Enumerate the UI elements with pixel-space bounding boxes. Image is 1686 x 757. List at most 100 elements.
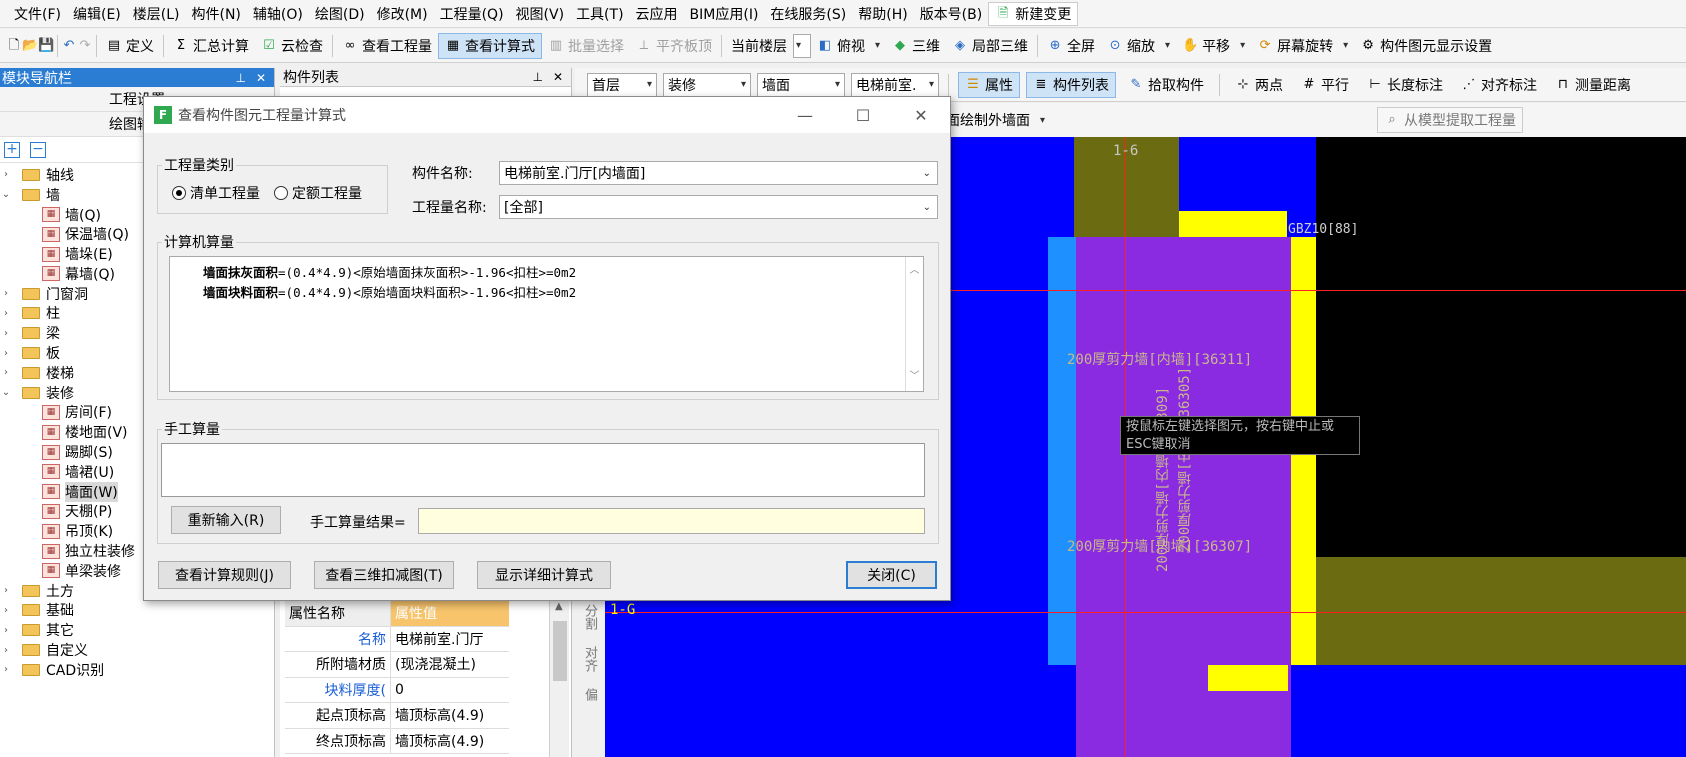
draw-outer-wall-button[interactable]: 面绘制外墙面 ▾: [940, 107, 1051, 133]
component-list-button[interactable]: ≣ 构件列表: [1026, 71, 1116, 98]
menu-item[interactable]: 工具(T): [570, 4, 629, 24]
chevron-right-icon[interactable]: ›: [0, 664, 12, 675]
menu-item[interactable]: 构件(N): [186, 4, 247, 24]
floor-dropdown[interactable]: ▾: [793, 33, 811, 58]
component-select[interactable]: 电梯前室. ▾: [851, 72, 939, 97]
maximize-icon[interactable]: ☐: [834, 106, 892, 125]
batch-select-button[interactable]: ▥ 批量选择: [542, 33, 630, 59]
pick-component-button[interactable]: ✎ 拾取构件: [1122, 72, 1210, 98]
extract-quantity-button[interactable]: ⌕ 从模型提取工程量: [1377, 107, 1524, 133]
menu-item[interactable]: 修改(M): [371, 4, 434, 24]
chevron-right-icon[interactable]: ›: [0, 328, 12, 339]
chevron-right-icon[interactable]: ›: [0, 367, 12, 378]
chevron-right-icon[interactable]: ›: [0, 288, 12, 299]
menu-item[interactable]: 版本号(B): [914, 4, 989, 24]
three-d-button[interactable]: ◆ 三维: [886, 33, 946, 59]
pin-icon[interactable]: ⊥: [235, 71, 245, 85]
close-icon[interactable]: ✕: [892, 106, 950, 125]
minimize-icon[interactable]: —: [776, 106, 834, 125]
side-tool[interactable]: 分割: [580, 604, 599, 630]
reinput-button[interactable]: 重新输入(R): [171, 506, 281, 534]
formula-textbox[interactable]: 墙面抹灰面积=(0.4*4.9)<原始墙面抹灰面积>-1.96<扣柱>=0m2 …: [169, 256, 924, 392]
new-file-icon[interactable]: 🗋: [6, 38, 22, 54]
close-button[interactable]: 关闭(C): [846, 561, 937, 589]
current-floor-button[interactable]: 当前楼层: [725, 33, 793, 59]
menu-item[interactable]: 编辑(E): [67, 4, 127, 24]
manual-quantity-input[interactable]: [161, 443, 925, 497]
expand-all-icon[interactable]: +: [4, 141, 20, 158]
pin-icon[interactable]: ⊥: [532, 70, 542, 84]
chevron-up-icon[interactable]: ︿: [910, 261, 920, 281]
new-change-button[interactable]: 🗎 新建变更: [988, 1, 1079, 26]
tree-item[interactable]: › 其它: [0, 620, 274, 640]
menu-item[interactable]: 辅轴(O): [247, 4, 309, 24]
redo-icon[interactable]: ↷: [77, 38, 93, 54]
screen-rotate-button[interactable]: ⟳ 屏幕旋转 ▾: [1251, 33, 1354, 59]
light-blue-wall[interactable]: [1048, 237, 1076, 665]
view-3d-deduct-button[interactable]: 查看三维扣减图(T): [314, 561, 454, 589]
local-3d-button[interactable]: ◈ 局部三维: [946, 33, 1034, 59]
close-icon[interactable]: ✕: [553, 70, 563, 84]
chevron-right-icon[interactable]: ›: [0, 625, 12, 636]
formula-scrollbar[interactable]: ︿ ﹀: [905, 257, 923, 391]
property-row[interactable]: 起点顶标高 墙顶标高(4.9): [285, 703, 509, 729]
open-folder-icon[interactable]: 📂: [22, 38, 38, 54]
menu-item[interactable]: 视图(V): [510, 4, 571, 24]
scroll-up-icon[interactable]: ▲: [555, 601, 563, 612]
property-row[interactable]: 终点顶标高 墙顶标高(4.9): [285, 728, 509, 754]
chevron-down-icon[interactable]: ⌄: [0, 189, 12, 200]
menu-item[interactable]: 工程量(Q): [434, 4, 510, 24]
two-points-button[interactable]: ⊹ 两点: [1229, 72, 1289, 98]
chevron-right-icon[interactable]: ›: [0, 308, 12, 319]
floor-select[interactable]: 首层 ▾: [587, 72, 657, 97]
quantity-name-select[interactable]: [全部] ⌄: [499, 195, 938, 219]
top-view-button[interactable]: ◧ 俯视 ▾: [811, 33, 886, 59]
view-formula-button[interactable]: ▦ 查看计算式: [438, 32, 542, 59]
property-value[interactable]: 电梯前室.门厅: [391, 626, 509, 651]
cloud-check-button[interactable]: ☑ 云检查: [255, 33, 329, 59]
menu-item[interactable]: BIM应用(I): [684, 4, 765, 24]
collapse-all-icon[interactable]: −: [30, 141, 46, 158]
save-icon[interactable]: 💾: [38, 38, 54, 54]
menu-item[interactable]: 楼层(L): [127, 4, 186, 24]
close-icon[interactable]: ✕: [256, 71, 266, 85]
chevron-right-icon[interactable]: ›: [0, 585, 12, 596]
parallel-button[interactable]: # 平行: [1295, 72, 1355, 98]
tree-item[interactable]: › CAD识别: [0, 660, 274, 680]
quota-quantity-radio[interactable]: 定额工程量: [274, 183, 362, 203]
property-row[interactable]: 所附墙材质 (现浇混凝土): [285, 652, 509, 678]
property-value[interactable]: 墙顶标高(4.9): [391, 703, 509, 728]
chevron-right-icon[interactable]: ›: [0, 348, 12, 359]
side-tool[interactable]: 对齐: [580, 646, 599, 672]
menu-item[interactable]: 绘图(D): [309, 4, 371, 24]
olive-slab[interactable]: [1316, 557, 1686, 665]
pan-button[interactable]: ✋ 平移 ▾: [1176, 33, 1251, 59]
measure-button[interactable]: ⊓ 测量距离: [1549, 72, 1637, 98]
chevron-right-icon[interactable]: ›: [0, 605, 12, 616]
scroll-thumb[interactable]: [553, 621, 567, 681]
side-tool[interactable]: 偏: [580, 688, 599, 701]
define-button[interactable]: ▤ 定义: [100, 33, 160, 59]
tree-item[interactable]: › 基础: [0, 601, 274, 621]
zoom-button[interactable]: ⊙ 缩放 ▾: [1101, 33, 1176, 59]
sum-calc-button[interactable]: Σ 汇总计算: [167, 33, 255, 59]
type-select[interactable]: 墙面 ▾: [757, 72, 845, 97]
component-name-select[interactable]: 电梯前室.门厅[内墙面] ⌄: [499, 161, 938, 185]
menu-item[interactable]: 在线服务(S): [764, 4, 852, 24]
show-detail-button[interactable]: 显示详细计算式: [477, 561, 611, 589]
property-value[interactable]: 墙顶标高(4.9): [391, 728, 509, 753]
property-row[interactable]: 块料厚度(0: [285, 677, 509, 703]
manual-result-field[interactable]: [418, 508, 925, 534]
yellow-block-bottom[interactable]: [1208, 665, 1288, 691]
chevron-right-icon[interactable]: ›: [0, 169, 12, 180]
display-settings-button[interactable]: ⚙ 构件图元显示设置: [1354, 33, 1498, 59]
tree-item[interactable]: › 自定义: [0, 640, 274, 660]
full-screen-button[interactable]: ⊕ 全屏: [1041, 33, 1101, 59]
properties-scrollbar[interactable]: ▲: [549, 601, 569, 757]
menu-item[interactable]: 帮助(H): [852, 4, 913, 24]
view-quantity-button[interactable]: ∞ 查看工程量: [336, 33, 438, 59]
property-row[interactable]: 名称 电梯前室.门厅: [285, 626, 509, 652]
list-quantity-radio[interactable]: 清单工程量: [172, 183, 260, 203]
view-rules-button[interactable]: 查看计算规则(J): [158, 561, 291, 589]
flush-slab-button[interactable]: ⟂ 平齐板顶: [630, 33, 718, 59]
